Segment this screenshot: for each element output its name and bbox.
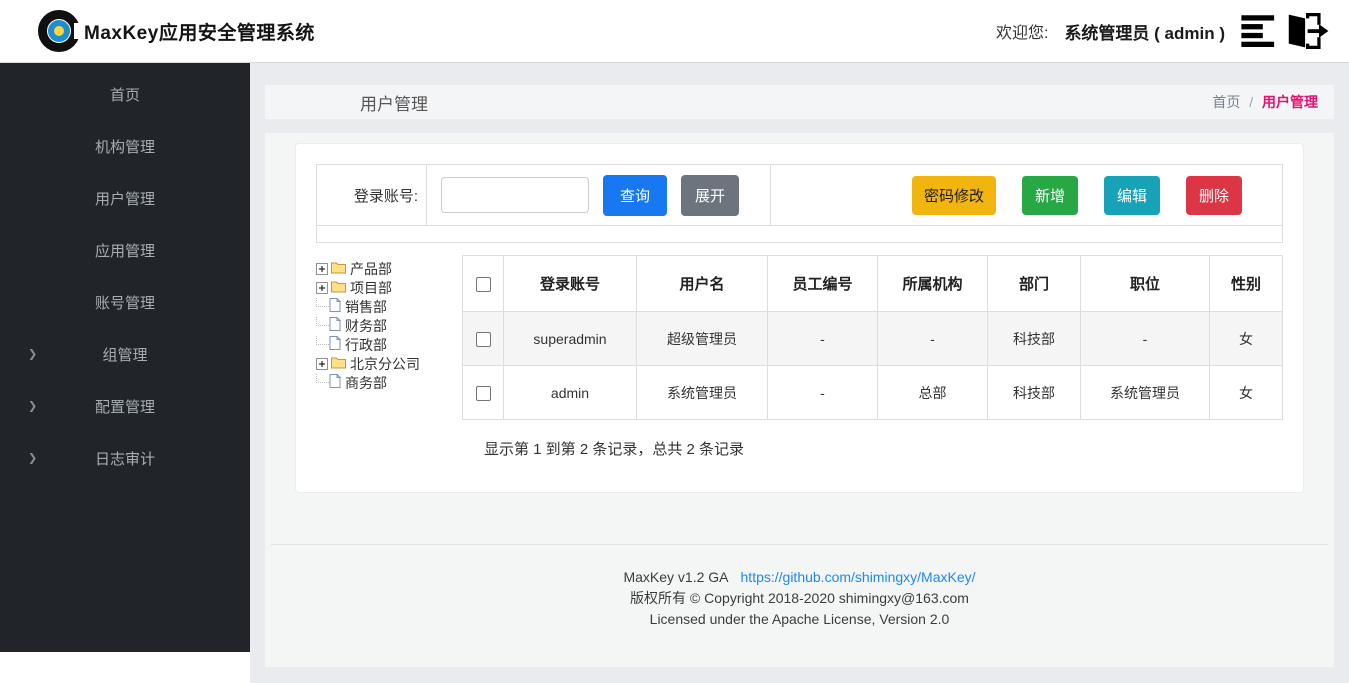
sidebar-item-configuration[interactable]: ❯配置管理 xyxy=(0,380,250,432)
maxkey-logo-icon xyxy=(38,10,80,52)
copyright-label: 版权所有 © Copyright 2018-2020 shimingxy@163… xyxy=(265,588,1334,609)
row-checkbox[interactable] xyxy=(476,332,491,347)
sidebar-nav: 首页 机构管理 用户管理 应用管理 账号管理 ❯组管理 ❯配置管理 ❯日志审计 xyxy=(0,63,250,652)
footer-divider xyxy=(271,544,1328,545)
table-row[interactable]: superadmin 超级管理员 - - 科技部 - 女 xyxy=(463,312,1283,366)
sidebar-item-groups[interactable]: ❯组管理 xyxy=(0,328,250,380)
breadcrumb-separator: / xyxy=(1249,94,1253,110)
sidebar-item-accounts[interactable]: 账号管理 xyxy=(0,276,250,328)
select-all-checkbox[interactable] xyxy=(476,277,491,292)
column-header: 性别 xyxy=(1210,256,1283,312)
users-table: 登录账号 用户名 员工编号 所属机构 部门 职位 性别 xyxy=(462,255,1283,420)
change-password-button[interactable]: 密码修改 xyxy=(912,176,996,215)
tree-connector xyxy=(316,298,329,307)
welcome-label: 欢迎您: xyxy=(996,19,1048,43)
column-header: 用户名 xyxy=(637,256,768,312)
breadcrumb-current: 用户管理 xyxy=(1262,94,1318,110)
user-management-panel: 登录账号: 查询 展开 密码修改 新增 编辑 删除 xyxy=(295,143,1304,493)
tree-connector xyxy=(316,374,329,383)
tree-node[interactable]: 产品部 xyxy=(316,259,462,278)
github-link[interactable]: https://github.com/shimingxy/MaxKey/ xyxy=(741,569,976,585)
content-card: 登录账号: 查询 展开 密码修改 新增 编辑 删除 xyxy=(265,133,1334,667)
edit-button[interactable]: 编辑 xyxy=(1104,176,1160,215)
tree-connector xyxy=(316,317,329,326)
delete-button[interactable]: 删除 xyxy=(1186,176,1242,215)
folder-icon xyxy=(331,280,346,296)
sidebar-item-home[interactable]: 首页 xyxy=(0,68,250,120)
menu-list-icon[interactable] xyxy=(1241,14,1277,48)
logout-icon[interactable] xyxy=(1285,12,1329,50)
folder-icon xyxy=(331,261,346,277)
page-title: 用户管理 xyxy=(360,90,428,115)
department-tree: 产品部 项目部 销售部 财务部 xyxy=(316,255,462,420)
query-button[interactable]: 查询 xyxy=(603,175,667,216)
sidebar-item-users[interactable]: 用户管理 xyxy=(0,172,250,224)
file-icon xyxy=(329,317,341,334)
version-label: MaxKey v1.2 GA xyxy=(623,569,728,585)
app-header: MaxKey应用安全管理系统 欢迎您: 系统管理员 ( admin ) xyxy=(0,0,1349,63)
toolbar-sub-row xyxy=(316,226,1283,243)
file-icon xyxy=(329,374,341,391)
chevron-right-icon: ❯ xyxy=(28,348,37,361)
folder-icon xyxy=(331,356,346,372)
tree-expand-icon[interactable] xyxy=(316,358,328,370)
breadcrumb-home-link[interactable]: 首页 xyxy=(1212,94,1240,110)
tree-node[interactable]: 销售部 xyxy=(316,297,462,316)
breadcrumb: 首页 / 用户管理 xyxy=(1212,92,1318,112)
users-table-wrapper: 登录账号 用户名 员工编号 所属机构 部门 职位 性别 xyxy=(462,255,1283,420)
current-user-label: 系统管理员 ( admin ) xyxy=(1064,19,1225,44)
expand-button[interactable]: 展开 xyxy=(681,175,739,216)
sidebar-item-applications[interactable]: 应用管理 xyxy=(0,224,250,276)
sidebar-item-organizations[interactable]: 机构管理 xyxy=(0,120,250,172)
page-title-bar: 用户管理 首页 / 用户管理 xyxy=(265,85,1334,119)
table-header-row: 登录账号 用户名 员工编号 所属机构 部门 职位 性别 xyxy=(463,256,1283,312)
license-label: Licensed under the Apache License, Versi… xyxy=(265,609,1334,630)
table-row[interactable]: admin 系统管理员 - 总部 科技部 系统管理员 女 xyxy=(463,366,1283,420)
tree-node[interactable]: 行政部 xyxy=(316,335,462,354)
tree-node[interactable]: 财务部 xyxy=(316,316,462,335)
sidebar-item-audit-logs[interactable]: ❯日志审计 xyxy=(0,432,250,484)
tree-connector xyxy=(316,336,329,345)
column-header: 所属机构 xyxy=(878,256,988,312)
column-header: 员工编号 xyxy=(768,256,878,312)
column-header: 职位 xyxy=(1081,256,1210,312)
chevron-right-icon: ❯ xyxy=(28,452,37,465)
tree-expand-icon[interactable] xyxy=(316,263,328,275)
chevron-right-icon: ❯ xyxy=(28,400,37,413)
file-icon xyxy=(329,298,341,315)
select-all-cell xyxy=(463,256,504,312)
column-header: 部门 xyxy=(988,256,1081,312)
row-checkbox[interactable] xyxy=(476,386,491,401)
main-content: 用户管理 首页 / 用户管理 登录账号: 查询 展开 密码修改 新增 编辑 删 xyxy=(250,63,1349,683)
page-footer: MaxKey v1.2 GA https://github.com/shiming… xyxy=(265,567,1334,630)
tree-node[interactable]: 项目部 xyxy=(316,278,462,297)
search-toolbar: 登录账号: 查询 展开 密码修改 新增 编辑 删除 xyxy=(316,164,1283,226)
file-icon xyxy=(329,336,341,353)
login-account-input[interactable] xyxy=(441,177,589,213)
tree-expand-icon[interactable] xyxy=(316,282,328,294)
tree-node[interactable]: 北京分公司 xyxy=(316,354,462,373)
add-button[interactable]: 新增 xyxy=(1022,176,1078,215)
column-header: 登录账号 xyxy=(504,256,637,312)
pagination-summary: 显示第 1 到第 2 条记录，总共 2 条记录 xyxy=(484,438,1283,459)
tree-node[interactable]: 商务部 xyxy=(316,373,462,392)
search-label: 登录账号: xyxy=(317,165,427,225)
app-title: MaxKey应用安全管理系统 xyxy=(84,18,315,45)
